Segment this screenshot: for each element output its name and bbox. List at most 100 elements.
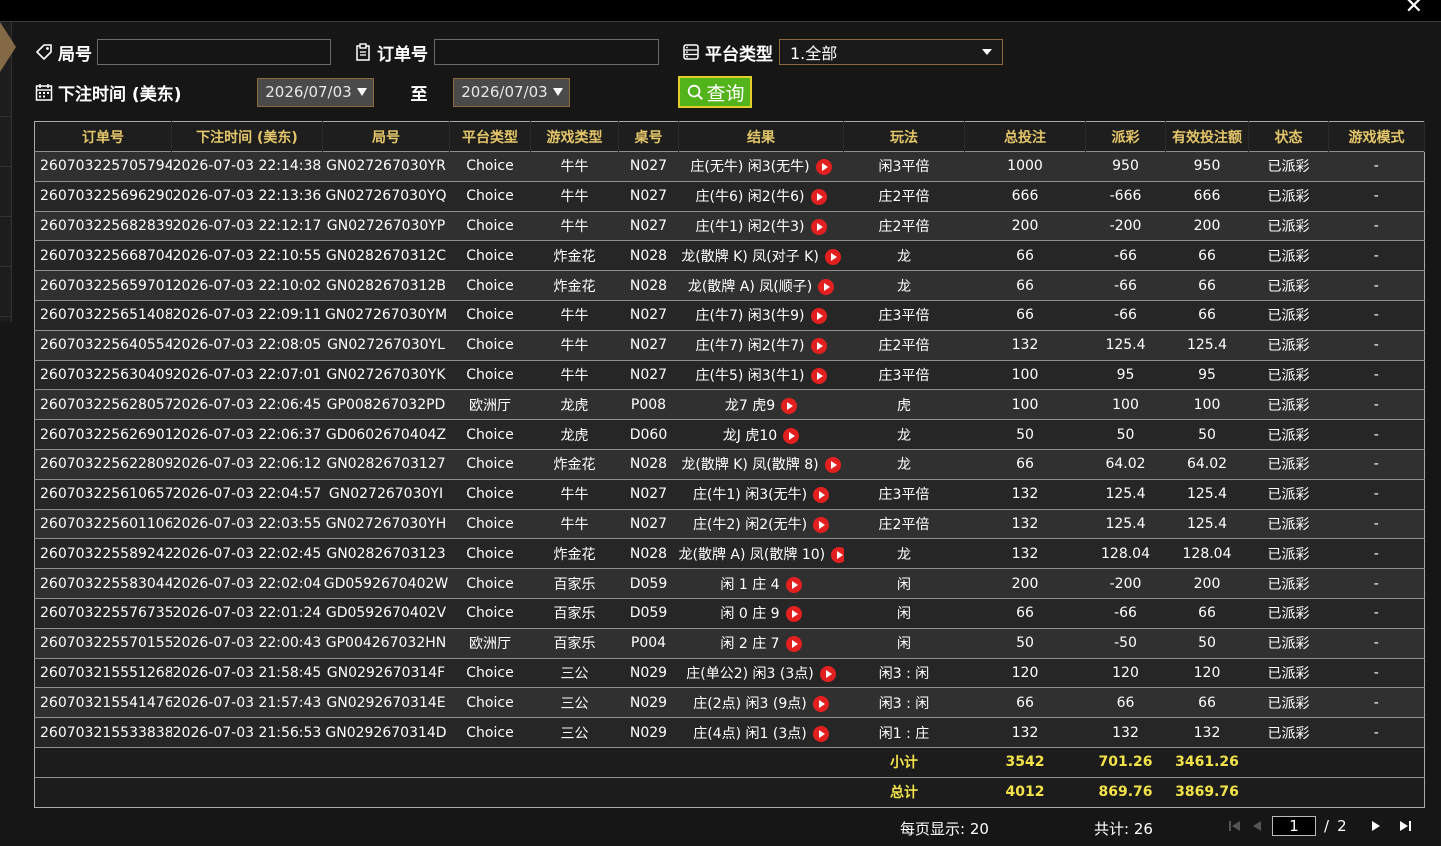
- result-text: 龙(散牌 A) 凤(顺子): [687, 278, 813, 295]
- table-row[interactable]: 260703215551268 2026-07-03 21:58:45 GN0292…: [34, 657, 1425, 688]
- table-row[interactable]: 260703225705794 2026-07-03 22:14:38 GN0272…: [34, 151, 1425, 182]
- cell-mode: -: [1328, 389, 1425, 420]
- cell-round: GD0592670402W: [322, 568, 450, 599]
- table-row[interactable]: 260703225696290 2026-07-03 22:13:36 GN0272…: [34, 180, 1425, 212]
- last-page-icon[interactable]: [1399, 819, 1413, 833]
- side-tab[interactable]: [0, 122, 12, 167]
- query-button[interactable]: 查询: [678, 76, 753, 108]
- order-input[interactable]: [434, 39, 659, 65]
- round-input[interactable]: [97, 39, 331, 65]
- table-row[interactable]: 260703225659701 2026-07-03 22:10:02 GN0282…: [34, 270, 1425, 301]
- cell-valid: 666: [1165, 180, 1249, 212]
- cell-table: N028: [618, 448, 679, 480]
- table-row[interactable]: 260703225626901 2026-07-03 22:06:37 GD0602…: [34, 419, 1425, 450]
- next-page-icon[interactable]: [1369, 819, 1383, 833]
- table-row[interactable]: 260703225610657 2026-07-03 22:04:57 GN0272…: [34, 478, 1425, 510]
- round-filter-label: 局号: [34, 40, 92, 65]
- cell-game: 百家乐: [530, 627, 619, 659]
- play-replay-icon[interactable]: [810, 218, 827, 235]
- cell-play: 闲3平倍: [843, 151, 965, 182]
- platform-select[interactable]: 1.全部: [779, 39, 1003, 65]
- table-row[interactable]: 260703225589242 2026-07-03 22:02:45 GN0282…: [34, 538, 1425, 569]
- close-icon[interactable]: ✕: [1405, 0, 1423, 18]
- cell-mode: -: [1328, 299, 1425, 331]
- table-row[interactable]: 260703225628057 2026-07-03 22:06:45 GP0082…: [34, 389, 1425, 420]
- cell-time: 2026-07-03 22:10:55: [171, 240, 323, 271]
- date-from-picker[interactable]: 2026/07/03: [257, 77, 375, 107]
- side-tab[interactable]: [0, 222, 12, 267]
- table-row[interactable]: 260703215533838 2026-07-03 21:56:53 GN0292…: [34, 717, 1425, 748]
- play-replay-icon[interactable]: [810, 308, 827, 325]
- cell-time: 2026-07-03 22:02:04: [171, 568, 323, 599]
- table-row[interactable]: 260703225668704 2026-07-03 22:10:55 GN0282…: [34, 240, 1425, 271]
- cell-time: 2026-07-03 22:06:12: [171, 448, 323, 480]
- cell-result: 闲 1 庄 4: [678, 568, 844, 599]
- prev-page-icon[interactable]: [1250, 819, 1264, 833]
- first-page-icon[interactable]: [1228, 819, 1242, 833]
- cell-time: 2026-07-03 22:10:02: [171, 270, 323, 301]
- cell-bet: 132: [964, 508, 1086, 539]
- table-row[interactable]: 260703225576735 2026-07-03 22:01:24 GD0592…: [34, 597, 1425, 629]
- table-row[interactable]: 260703225630409 2026-07-03 22:07:01 GN0272…: [34, 359, 1425, 390]
- cell-result: 庄(牛1) 闲2(牛3): [678, 210, 844, 241]
- cell-bet: 66: [964, 299, 1086, 331]
- play-replay-icon[interactable]: [783, 427, 800, 444]
- cell-valid: 66: [1165, 597, 1249, 629]
- cell-order: 260703225640554: [34, 329, 172, 361]
- play-replay-icon[interactable]: [815, 159, 832, 176]
- filter-row-2: 下注时间 (美东) 2026/07/03 至 2026/07/03 查询: [34, 74, 753, 110]
- play-replay-icon[interactable]: [810, 338, 827, 355]
- play-replay-icon[interactable]: [818, 278, 835, 295]
- date-to-picker[interactable]: 2026/07/03: [453, 77, 571, 107]
- cell-round: GN027267030YI: [322, 478, 450, 510]
- cell-round: GN027267030YK: [322, 359, 450, 390]
- cell-round: GN0292670314E: [322, 687, 450, 718]
- page-separator: /: [1324, 817, 1330, 835]
- cell-time: 2026-07-03 22:07:01: [171, 359, 323, 390]
- play-replay-icon[interactable]: [781, 397, 798, 414]
- table-row[interactable]: 260703225640554 2026-07-03 22:08:05 GN0272…: [34, 329, 1425, 361]
- column-header: 派彩: [1085, 121, 1166, 152]
- cell-status: 已派彩: [1248, 419, 1329, 450]
- play-replay-icon[interactable]: [785, 576, 802, 593]
- play-replay-icon[interactable]: [824, 457, 841, 474]
- play-replay-icon[interactable]: [824, 248, 841, 265]
- table-row[interactable]: 260703225651408 2026-07-03 22:09:11 GN0272…: [34, 299, 1425, 331]
- table-row[interactable]: 260703225570155 2026-07-03 22:00:43 GP0042…: [34, 627, 1425, 659]
- play-replay-icon[interactable]: [812, 695, 829, 712]
- play-replay-icon[interactable]: [810, 367, 827, 384]
- table-row[interactable]: 260703225682839 2026-07-03 22:12:17 GN0272…: [34, 210, 1425, 241]
- cell-play: 龙: [843, 538, 965, 569]
- cell-game: 三公: [530, 687, 619, 718]
- cell-time: 2026-07-03 22:06:37: [171, 419, 323, 450]
- cell-result: 龙(散牌 K) 凤(散牌 8): [678, 448, 844, 480]
- table-row[interactable]: 260703215541476 2026-07-03 21:57:43 GN0292…: [34, 687, 1425, 718]
- total-spacer: [34, 776, 844, 808]
- page-number-input[interactable]: 1: [1272, 816, 1316, 836]
- table-row[interactable]: 260703225622809 2026-07-03 22:06:12 GN0282…: [34, 448, 1425, 480]
- cell-status: 已派彩: [1248, 180, 1329, 212]
- play-replay-icon[interactable]: [812, 725, 829, 742]
- cell-order: 260703225601106: [34, 508, 172, 539]
- order-filter-label: 订单号: [353, 40, 428, 65]
- table-row[interactable]: 260703225601106 2026-07-03 22:03:55 GN0272…: [34, 508, 1425, 539]
- cell-bet: 50: [964, 627, 1086, 659]
- play-replay-icon[interactable]: [813, 487, 830, 504]
- result-text: 庄(牛5) 闲3(牛1): [695, 367, 805, 384]
- play-replay-icon[interactable]: [813, 516, 830, 533]
- play-replay-icon[interactable]: [831, 546, 844, 563]
- table-row[interactable]: 260703225583044 2026-07-03 22:02:04 GD0592…: [34, 568, 1425, 599]
- cell-table: N027: [618, 180, 679, 212]
- play-replay-icon[interactable]: [785, 606, 802, 623]
- cell-game: 炸金花: [530, 240, 619, 271]
- cell-status: 已派彩: [1248, 627, 1329, 659]
- cell-status: 已派彩: [1248, 597, 1329, 629]
- side-tab[interactable]: [0, 172, 12, 217]
- side-tab[interactable]: [0, 72, 12, 117]
- column-header: 结果: [678, 121, 844, 152]
- play-replay-icon[interactable]: [810, 189, 827, 206]
- play-replay-icon[interactable]: [785, 636, 802, 653]
- cell-time: 2026-07-03 21:56:53: [171, 717, 323, 748]
- side-tab[interactable]: [0, 272, 12, 317]
- play-replay-icon[interactable]: [819, 665, 836, 682]
